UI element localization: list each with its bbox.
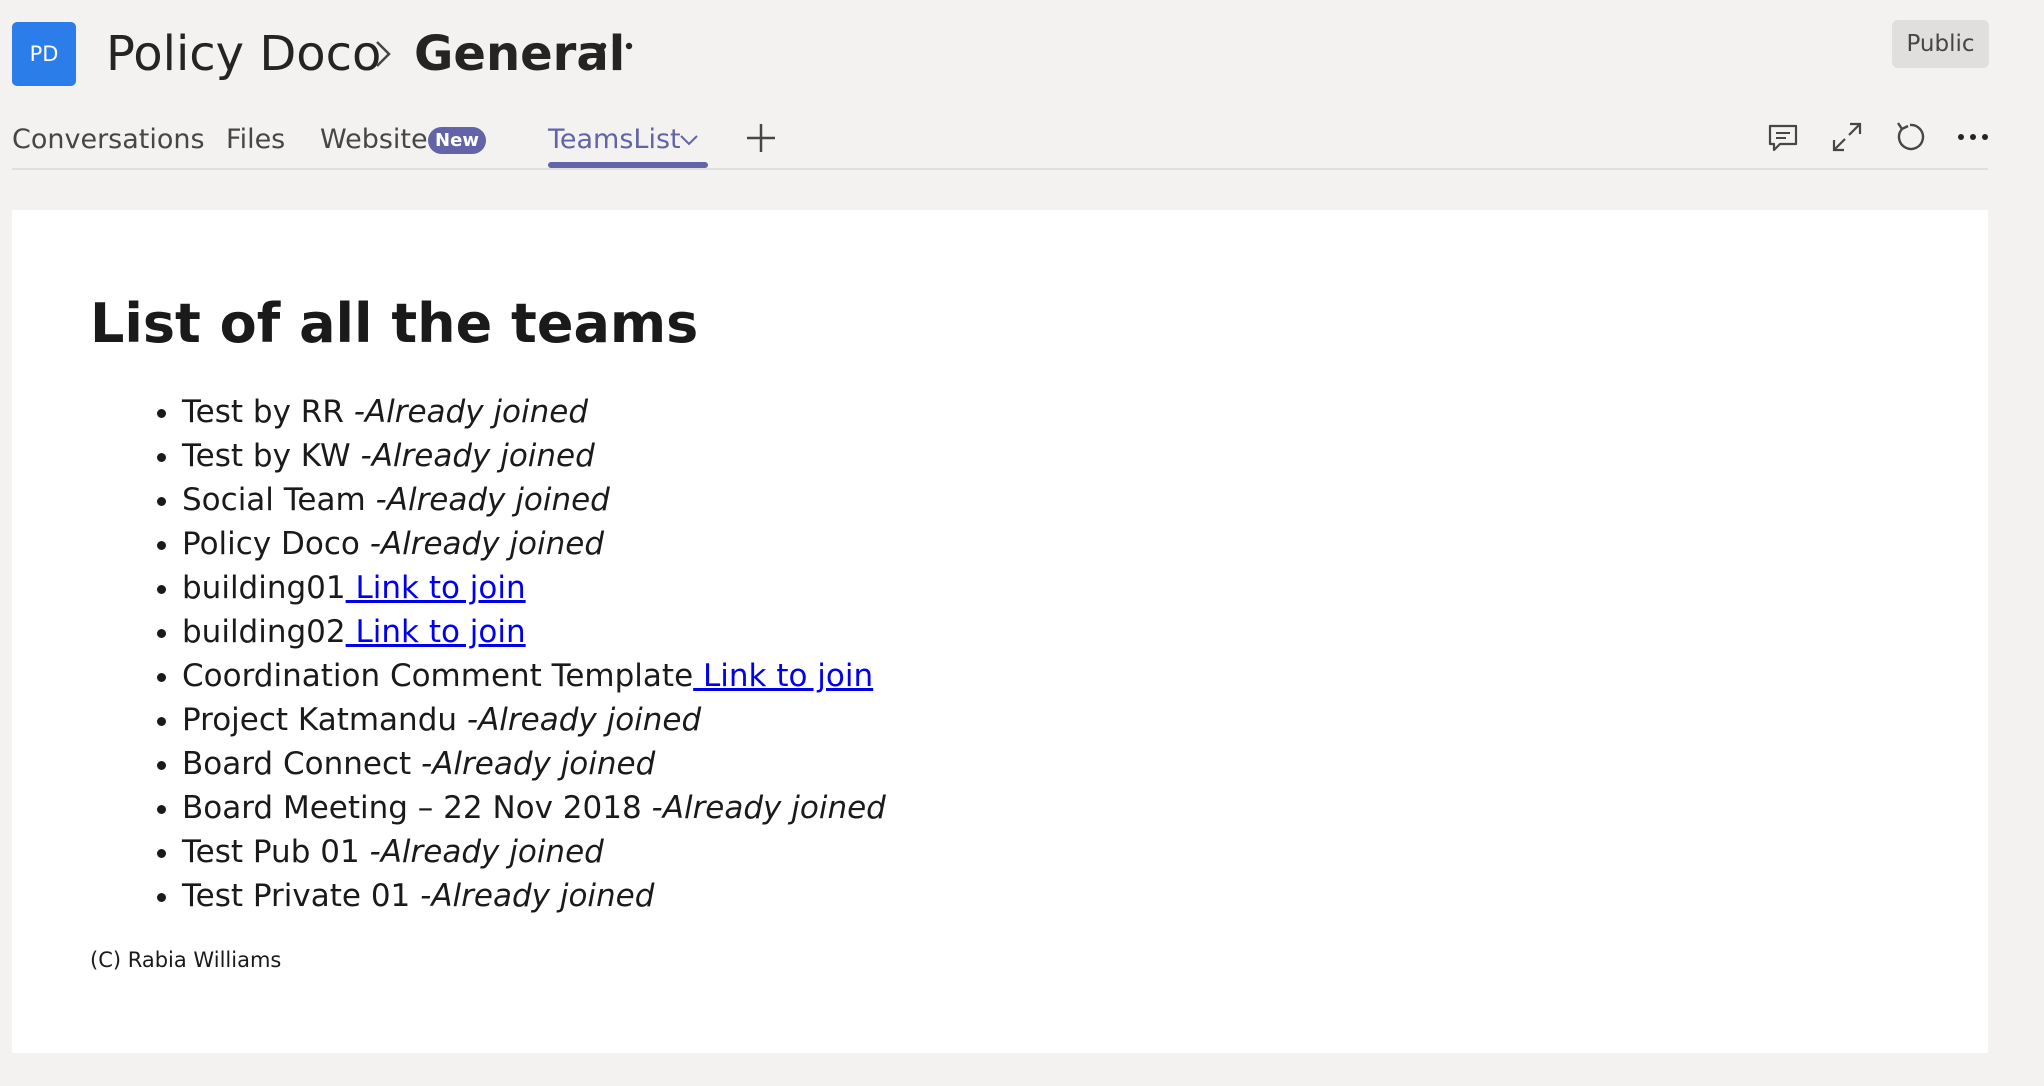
team-name-text: building02: [182, 614, 346, 650]
team-name-text: Policy Doco: [182, 526, 360, 562]
more-options-icon[interactable]: [1956, 120, 1990, 154]
team-list-item: Board Meeting – 22 Nov 2018 -Already joi…: [182, 786, 886, 830]
joined-status: -Already joined: [350, 438, 595, 474]
team-list-item: building01 Link to join: [182, 566, 886, 610]
team-list-item: Test by RR -Already joined: [182, 390, 886, 434]
channel-name: General: [414, 26, 626, 82]
tab-conversations[interactable]: Conversations: [12, 120, 205, 160]
new-badge: New: [428, 127, 486, 154]
team-list-item: Social Team -Already joined: [182, 478, 886, 522]
team-name-text: Test by KW: [182, 438, 351, 474]
visibility-badge: Public: [1892, 20, 1989, 68]
joined-status: -Already joined: [457, 702, 702, 738]
team-list-item: Test by KW -Already joined: [182, 434, 886, 478]
tab-divider: [12, 168, 1988, 170]
join-team-link[interactable]: Link to join: [693, 658, 873, 694]
joined-status: -Already joined: [365, 482, 610, 518]
copyright-text: (C) Rabia Williams: [90, 948, 282, 972]
channel-header: PD Policy Doco General Public Conversati…: [0, 0, 2044, 175]
join-team-link[interactable]: Link to join: [346, 614, 525, 650]
chat-icon[interactable]: [1766, 120, 1800, 154]
team-name[interactable]: Policy Doco: [106, 22, 381, 86]
join-team-link[interactable]: Link to join: [346, 570, 525, 606]
team-list-item: Policy Doco -Already joined: [182, 522, 886, 566]
team-name-text: building01: [182, 570, 346, 606]
joined-status: -Already joined: [411, 746, 656, 782]
chevron-right-icon: [376, 41, 391, 67]
tab-website[interactable]: Website: [320, 120, 428, 160]
joined-status: -Already joined: [410, 878, 655, 914]
team-name-text: Test Private 01: [182, 878, 411, 914]
joined-status: -Already joined: [359, 834, 604, 870]
add-tab-icon[interactable]: [744, 121, 778, 155]
joined-status: -Already joined: [359, 526, 605, 562]
tab-teamslist[interactable]: TeamsList: [548, 120, 681, 160]
team-list-item: Board Connect -Already joined: [182, 742, 886, 786]
expand-icon[interactable]: [1830, 120, 1864, 154]
refresh-icon[interactable]: [1893, 120, 1927, 154]
chevron-down-icon[interactable]: [678, 133, 700, 147]
team-name-text: Coordination Comment Template: [182, 658, 694, 694]
team-name-text: Test Pub 01: [182, 834, 360, 870]
team-name-text: Board Connect: [182, 746, 412, 782]
team-list-item: Test Pub 01 -Already joined: [182, 830, 886, 874]
joined-status: -Already joined: [343, 394, 588, 430]
team-avatar[interactable]: PD: [12, 22, 76, 86]
team-name-text: Project Katmandu: [182, 702, 458, 738]
team-list-item: Coordination Comment Template Link to jo…: [182, 654, 886, 698]
team-list-item: Project Katmandu -Already joined: [182, 698, 886, 742]
tab-files[interactable]: Files: [226, 120, 285, 160]
joined-status: -Already joined: [641, 790, 886, 826]
more-options-icon[interactable]: [598, 40, 634, 52]
tab-content-panel: List of all the teams Test by RR -Alread…: [12, 210, 1988, 1053]
team-list: Test by RR -Already joinedTest by KW -Al…: [90, 390, 886, 918]
team-list-item: building02 Link to join: [182, 610, 886, 654]
team-name-text: Social Team: [182, 482, 366, 518]
team-name-text: Board Meeting – 22 Nov 2018: [182, 790, 642, 826]
team-name-text: Test by RR: [182, 394, 344, 430]
team-list-item: Test Private 01 -Already joined: [182, 874, 886, 918]
page-title: List of all the teams: [90, 292, 699, 355]
